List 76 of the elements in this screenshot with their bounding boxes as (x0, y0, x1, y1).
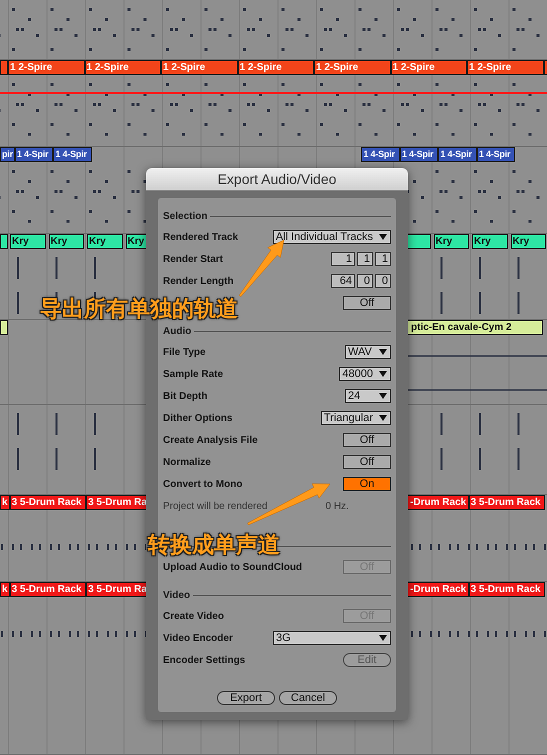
number-field[interactable]: 64 (331, 274, 355, 288)
dropdown[interactable]: 24 (345, 389, 391, 403)
field-label: File Type (163, 346, 207, 358)
clip[interactable]: Kry (434, 234, 469, 249)
number-field[interactable]: 1 (357, 252, 373, 266)
info-text: Project will be rendered (163, 500, 268, 512)
clip[interactable]: 3 5-Drum Rack (468, 582, 546, 597)
cancel-button[interactable]: Cancel (279, 691, 337, 705)
annotation-text: 导出所有单独的轨道 (40, 296, 238, 324)
clip[interactable]: 1 2-Spire (238, 60, 314, 75)
clip[interactable]: Kry (472, 234, 508, 249)
caret-icon (379, 635, 387, 641)
dropdown[interactable]: WAV (345, 345, 391, 359)
clip[interactable]: 1 4-Spir (14, 147, 54, 162)
clip[interactable]: 1 4-Spir (400, 147, 438, 162)
clip[interactable]: Kry (87, 234, 122, 249)
toggle-button[interactable]: On (343, 477, 391, 491)
field-label: Sample Rate (163, 368, 224, 380)
clip[interactable]: 3 5-Drum Rack (10, 582, 86, 597)
clip[interactable]: 1 2-Spire (467, 60, 544, 75)
dropdown[interactable]: 48000 (339, 367, 391, 381)
field-label: Upload Audio to SoundCloud (163, 562, 304, 572)
section-title: Video (163, 590, 190, 600)
clip[interactable]: Kry (48, 234, 84, 249)
clip[interactable]: 1 2-Spire (8, 60, 84, 75)
caret-icon (379, 371, 387, 377)
field-label: Bit Depth (163, 390, 208, 402)
field-label: Create Analysis File (163, 434, 259, 446)
number-field[interactable]: 0 (375, 274, 391, 288)
clip[interactable]: 3 5-Drum Rack (10, 495, 86, 510)
caret-icon (379, 415, 387, 421)
clip[interactable]: 1 2-Spire (84, 60, 161, 75)
clip[interactable]: 1 4-Spir (53, 147, 92, 162)
field-label: Render Length (163, 276, 235, 286)
clip[interactable] (0, 234, 8, 249)
field-label: Create Video (163, 610, 225, 622)
annotation-text: 转换成单声道 (148, 532, 280, 560)
caret-icon (379, 349, 387, 355)
clip[interactable]: 1 2-Spire (390, 60, 467, 75)
section-title: Selection (163, 210, 208, 222)
field-label: Render Start (163, 254, 224, 264)
clip[interactable]: 1 4-Spir (361, 147, 400, 162)
clip[interactable]: 1 2-Spire (161, 60, 238, 75)
clip[interactable] (0, 60, 8, 75)
field-label: Convert to Mono (163, 478, 244, 490)
number-field[interactable]: 1 (331, 252, 355, 266)
field-label: Normalize (163, 456, 212, 468)
dropdown[interactable]: All Individual Tracks (272, 230, 391, 244)
clip[interactable] (0, 320, 8, 335)
dropdown[interactable]: Triangular (320, 411, 391, 425)
field-label: Encoder Settings (163, 654, 246, 666)
section-title: Audio (163, 326, 192, 336)
toggle-button[interactable]: Off (343, 455, 391, 469)
clip[interactable]: 1 4-Spir (476, 147, 516, 162)
caret-icon (379, 393, 387, 399)
clip[interactable]: 1 4-Spir (438, 147, 477, 162)
field-label: Video Encoder (163, 632, 234, 644)
clip[interactable]: 3 5-Drum Rack (468, 495, 546, 510)
clip[interactable]: k (0, 582, 10, 597)
clip[interactable]: 1 2-Spire (314, 60, 390, 75)
clip[interactable]: Kry (10, 234, 46, 249)
toggle-button[interactable]: Off (343, 433, 391, 447)
dropdown[interactable]: 3G (273, 631, 391, 645)
number-field[interactable]: 0 (357, 274, 373, 288)
number-field[interactable]: 1 (375, 252, 391, 266)
export-button[interactable]: Export (217, 691, 275, 705)
toggle-button[interactable]: Off (343, 296, 391, 310)
field-label: Dither Options (163, 412, 234, 424)
dialog-title: Export Audio/Video (146, 168, 408, 191)
caret-icon (379, 234, 387, 240)
clip[interactable]: pir (0, 147, 15, 162)
clip[interactable]: Kry (510, 234, 546, 249)
field-label: Rendered Track (163, 232, 240, 242)
callout-arrow (238, 240, 284, 297)
clip[interactable]: k (0, 495, 10, 510)
info-text: 0 Hz. (326, 500, 349, 512)
